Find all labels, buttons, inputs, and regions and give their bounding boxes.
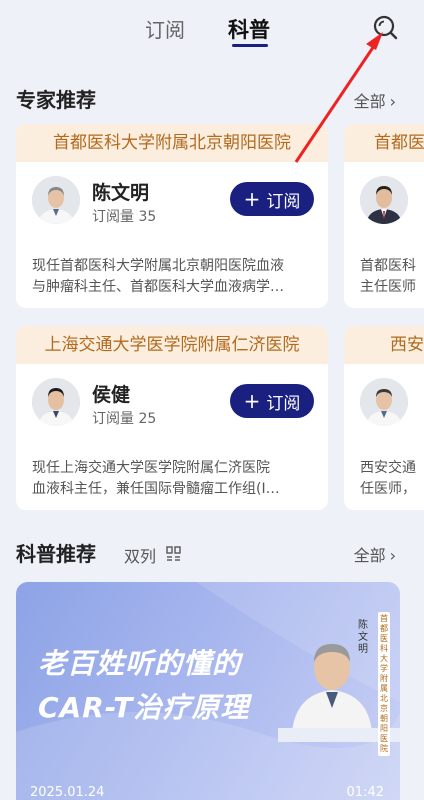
video-card[interactable]: 老百姓听的懂的 CAR-T治疗原理 陈文明 首都医科大学附属北京朝阳医院 202… [16,582,400,800]
video-doctor-name: 陈文明 [358,620,368,655]
expert-subscriber-count: 订阅量 35 [92,209,157,225]
video-date: 2025.01.24 [30,785,105,800]
description-line: 现任上海交通大学医学院附属仁济医院 [32,460,270,476]
top-tab-bar: 订阅 科普 [0,0,424,56]
expert-hospital: 首都医科大学附属北京朝阳医院 [16,124,328,162]
chevron-right-icon: › [389,546,396,565]
plus-icon: + [243,389,261,413]
avatar [360,378,408,426]
active-tab-indicator [232,44,268,47]
expert-description: 现任首都医科大学附属北京朝阳医院血液 与肿瘤科主任、首都医科大学血液病学… [32,256,316,298]
expert-hospital: 上海交通大学医学院附属仁济医院 [16,326,328,364]
expert-card[interactable]: 首都医 首都医科 主任医师 [344,124,424,308]
description-line: 西安交通 [360,460,416,476]
video-doctor-hospital: 首都医科大学附属北京朝阳医院 [378,612,390,756]
video-title-line: 老百姓听的懂的 [38,647,242,680]
experts-see-all-link[interactable]: 全部 › [354,88,396,112]
expert-hospital: 首都医 [344,124,424,162]
video-duration: 01:42 [346,785,384,800]
expert-name: 侯健 [92,384,131,406]
tab-subscribe[interactable]: 订阅 [145,14,185,43]
expert-card[interactable]: 首都医科大学附属北京朝阳医院 陈文明 订阅量 35 + 订阅 现任首都医科大学附属… [16,124,328,308]
grid-layout-icon[interactable] [166,546,182,562]
science-section-title: 科普推荐 [16,542,96,566]
subscribe-label: 订阅 [266,393,301,414]
expert-card[interactable]: 西安 西安交通 任医师， [344,326,424,510]
description-line: 首都医科 [360,258,416,274]
expert-card[interactable]: 上海交通大学医学院附属仁济医院 侯健 订阅量 25 + 订阅 现任上海交通大学医学… [16,326,328,510]
avatar [32,176,80,224]
search-icon [373,15,398,40]
expert-description: 现任上海交通大学医学院附属仁济医院 血液科主任，兼任国际骨髓瘤工作组(I… [32,458,316,500]
see-all-label: 全部 [353,546,386,565]
video-title-line: CAR-T治疗原理 [38,691,250,724]
dual-column-toggle[interactable]: 双列 [124,543,156,567]
experts-section-header: 专家推荐 全部 › [16,84,408,116]
expert-description: 西安交通 任医师， [360,458,424,500]
description-line: 血液科主任，兼任国际骨髓瘤工作组(I… [32,481,280,497]
science-see-all-link[interactable]: 全部 › [354,542,396,566]
expert-name: 陈文明 [92,182,150,204]
expert-hospital: 西安 [344,326,424,364]
avatar [360,176,408,224]
subscribe-button[interactable]: + 订阅 [230,182,314,216]
subscribe-label: 订阅 [266,191,301,212]
avatar [32,378,80,426]
search-button[interactable] [370,12,400,42]
description-line: 任医师， [360,481,416,497]
expert-description: 首都医科 主任医师 [360,256,424,298]
tab-science[interactable]: 科普 [228,14,270,44]
experts-carousel[interactable]: 首都医科大学附属北京朝阳医院 陈文明 订阅量 35 + 订阅 现任首都医科大学附属… [16,124,424,514]
description-line: 现任首都医科大学附属北京朝阳医院血液 [32,258,284,274]
science-section-header: 科普推荐 双列 全部 › [16,538,408,570]
chevron-right-icon: › [389,92,396,111]
plus-icon: + [243,187,261,211]
description-line: 主任医师 [360,279,416,295]
see-all-label: 全部 [353,92,386,111]
expert-subscriber-count: 订阅量 25 [92,411,157,427]
subscribe-button[interactable]: + 订阅 [230,384,314,418]
experts-section-title: 专家推荐 [16,88,96,112]
description-line: 与肿瘤科主任、首都医科大学血液病学… [32,279,284,295]
